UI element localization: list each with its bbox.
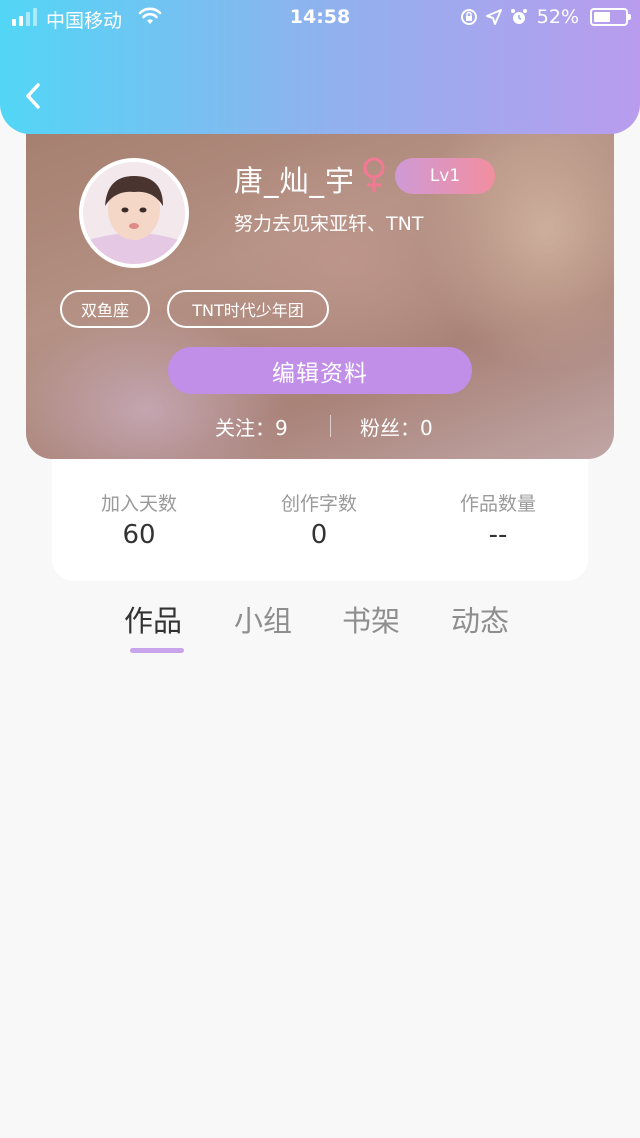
- stat-works-count: 作品数量 --: [418, 489, 578, 550]
- stat-word-count: 创作字数 0: [239, 489, 399, 550]
- chevron-left-icon: [26, 83, 40, 109]
- stat-label: 加入天数: [100, 493, 177, 515]
- profile-card: 唐_灿_宇 Lv1 努力去见宋亚轩、TNT 双鱼座 TNT时代少年团 编辑资料 …: [26, 110, 614, 459]
- signature: 努力去见宋亚轩、TNT: [234, 213, 424, 235]
- tab-activity[interactable]: 动态: [451, 598, 509, 640]
- stat-join-days: 加入天数 60: [59, 489, 219, 550]
- female-symbol-icon: [363, 157, 385, 192]
- avatar[interactable]: [79, 158, 189, 268]
- stats-card: 加入天数 60 创作字数 0 作品数量 --: [52, 459, 588, 581]
- follow-stats: 关注：9 粉丝：0: [26, 410, 614, 440]
- username: 唐_灿_宇: [234, 164, 356, 198]
- status-right-group: 52%: [460, 6, 631, 28]
- profile-screen: 中国移动 14:58 52% 唐_灿_宇 Lv1 努力去见宋亚轩、TNT 双鱼座…: [0, 0, 640, 1138]
- level-badge: Lv1: [395, 158, 495, 194]
- content-tabs: 作品 小组 书架 动态: [0, 598, 640, 658]
- active-tab-indicator: [130, 648, 184, 653]
- back-button[interactable]: [18, 80, 48, 112]
- header-bar: 中国移动 14:58 52%: [0, 0, 640, 134]
- tab-works[interactable]: 作品: [124, 598, 182, 640]
- tab-groups[interactable]: 小组: [234, 598, 292, 640]
- battery-fill: [594, 12, 610, 22]
- tag-group[interactable]: TNT时代少年团: [167, 290, 329, 328]
- stat-label: 创作字数: [280, 493, 357, 515]
- location-icon: [485, 9, 502, 25]
- battery-percent: 52%: [536, 6, 579, 28]
- follow-divider: [330, 415, 331, 437]
- edit-profile-button[interactable]: 编辑资料: [168, 347, 472, 394]
- following-count[interactable]: 关注：9: [215, 412, 288, 441]
- status-bar: 中国移动 14:58 52%: [0, 0, 640, 36]
- tab-bookshelf[interactable]: 书架: [342, 598, 400, 640]
- stat-value: 60: [122, 520, 156, 550]
- alarm-icon: [510, 9, 527, 24]
- stat-value: --: [488, 520, 508, 550]
- tag-zodiac[interactable]: 双鱼座: [60, 290, 150, 328]
- followers-count[interactable]: 粉丝：0: [360, 412, 433, 441]
- screen-lock-rotation-icon: [460, 9, 477, 25]
- stat-value: 0: [310, 520, 328, 550]
- stat-label: 作品数量: [459, 493, 536, 515]
- avatar-image: [83, 162, 185, 264]
- battery-icon: [590, 8, 631, 26]
